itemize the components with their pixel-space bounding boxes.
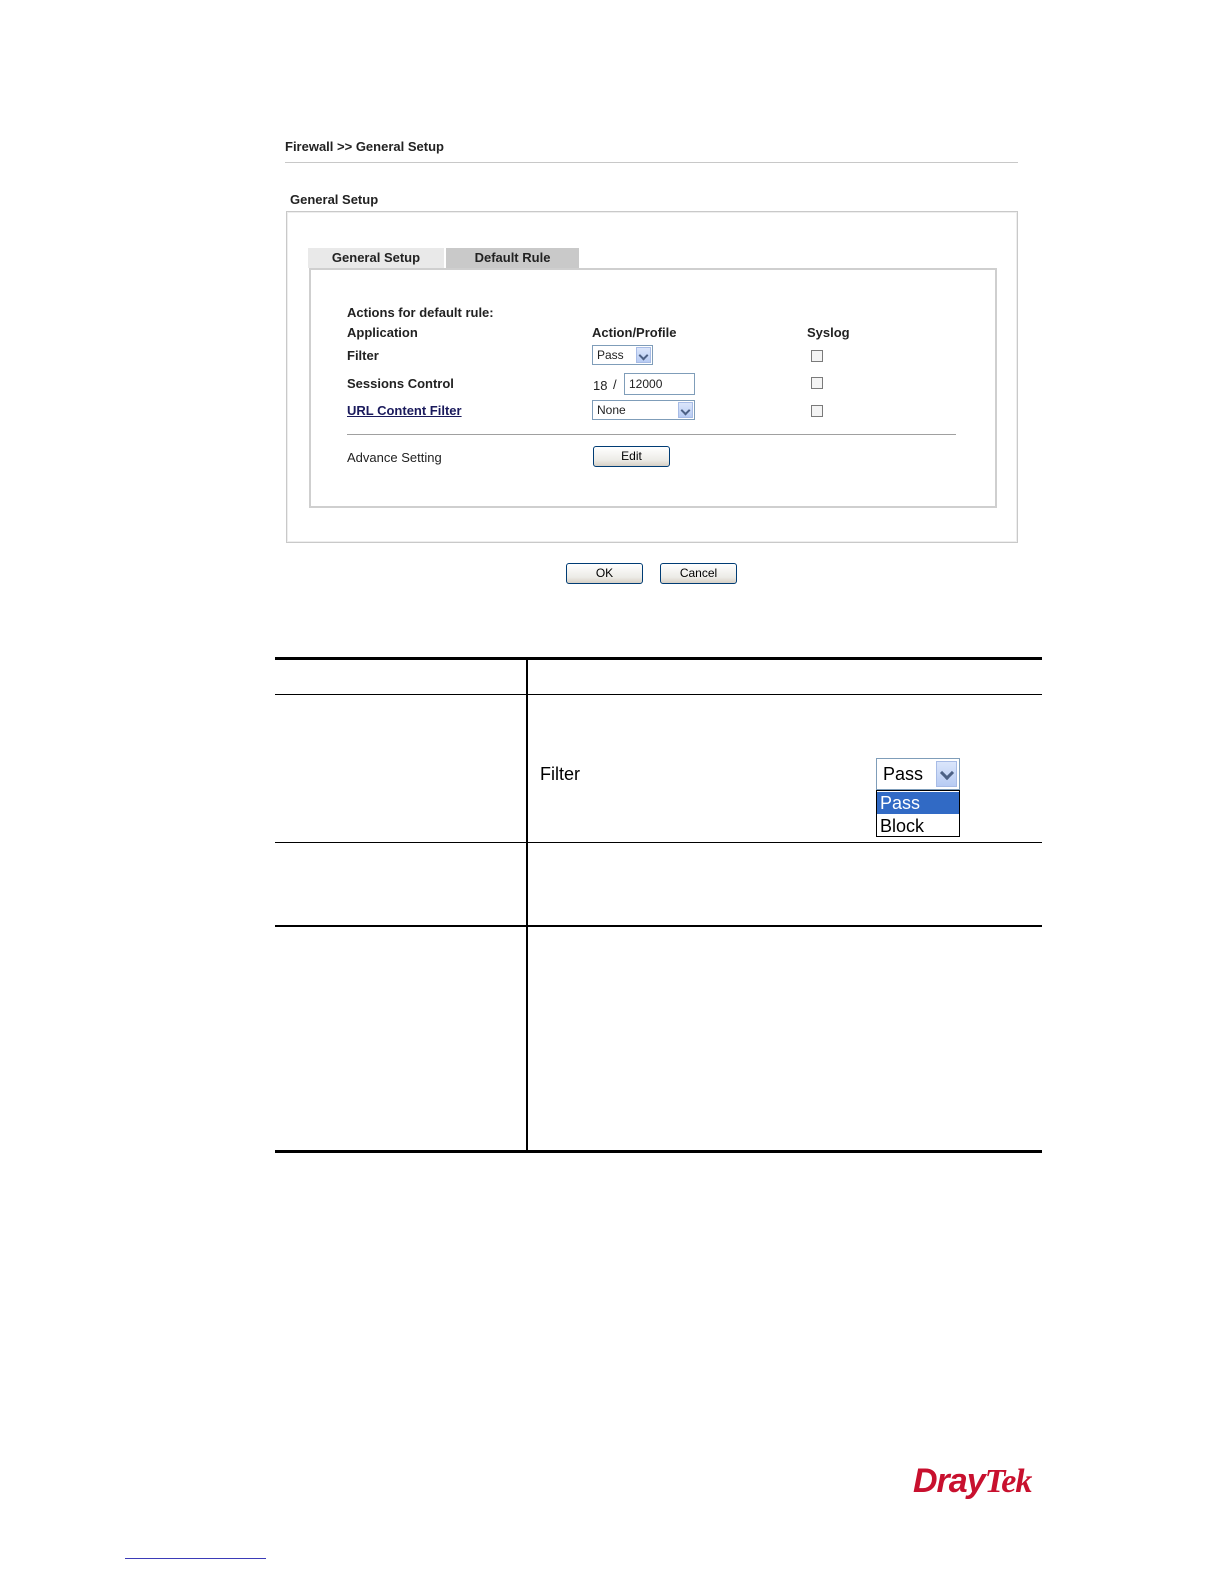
chevron-down-icon xyxy=(678,402,693,418)
table-row-divider xyxy=(275,925,1042,927)
chevron-down-icon xyxy=(936,761,957,787)
column-syslog: Syslog xyxy=(807,325,850,340)
ok-button[interactable]: OK xyxy=(566,563,643,584)
filter-example-select[interactable]: Pass xyxy=(876,758,960,790)
filter-example-options: Pass Block xyxy=(876,790,960,837)
table-row-divider xyxy=(275,842,1042,843)
sessions-current: 18 xyxy=(593,378,608,393)
cancel-button[interactable]: Cancel xyxy=(660,563,737,584)
sessions-limit-input[interactable]: 12000 xyxy=(624,373,695,395)
edit-button[interactable]: Edit xyxy=(593,446,670,467)
advance-setting-label: Advance Setting xyxy=(347,450,442,465)
sessions-control-label: Sessions Control xyxy=(347,376,454,391)
filter-label: Filter xyxy=(347,348,379,363)
actions-heading: Actions for default rule: xyxy=(347,305,494,320)
form-divider xyxy=(347,434,956,435)
table-header-divider xyxy=(275,694,1042,695)
url-filter-select[interactable]: None xyxy=(592,400,695,420)
section-title: General Setup xyxy=(290,192,379,207)
tab-general-setup[interactable]: General Setup xyxy=(308,248,444,268)
column-action-profile: Action/Profile xyxy=(592,325,677,340)
option-pass[interactable]: Pass xyxy=(877,792,959,814)
filter-example-label: Filter xyxy=(540,764,580,784)
breadcrumb: Firewall >> General Setup xyxy=(285,139,444,154)
filter-select[interactable]: Pass xyxy=(592,345,653,365)
chevron-down-icon xyxy=(636,347,651,363)
header-divider xyxy=(285,162,1018,163)
filter-example-value: Pass xyxy=(883,764,924,784)
table-bottom-border xyxy=(275,1150,1042,1153)
table-top-border xyxy=(275,657,1042,660)
footer-line xyxy=(125,1558,266,1559)
filter-select-value: Pass xyxy=(597,348,624,362)
sessions-syslog-checkbox[interactable] xyxy=(811,377,823,389)
url-content-filter-link[interactable]: URL Content Filter xyxy=(347,403,462,418)
filter-syslog-checkbox[interactable] xyxy=(811,350,823,362)
tab-default-rule[interactable]: Default Rule xyxy=(446,248,579,268)
column-application: Application xyxy=(347,325,418,340)
url-filter-select-value: None xyxy=(597,403,626,417)
url-syslog-checkbox[interactable] xyxy=(811,405,823,417)
sessions-separator: / xyxy=(613,377,617,392)
table-column-divider xyxy=(526,658,528,1152)
option-block[interactable]: Block xyxy=(877,815,959,837)
draytek-logo: DrayTek xyxy=(913,1462,1032,1500)
